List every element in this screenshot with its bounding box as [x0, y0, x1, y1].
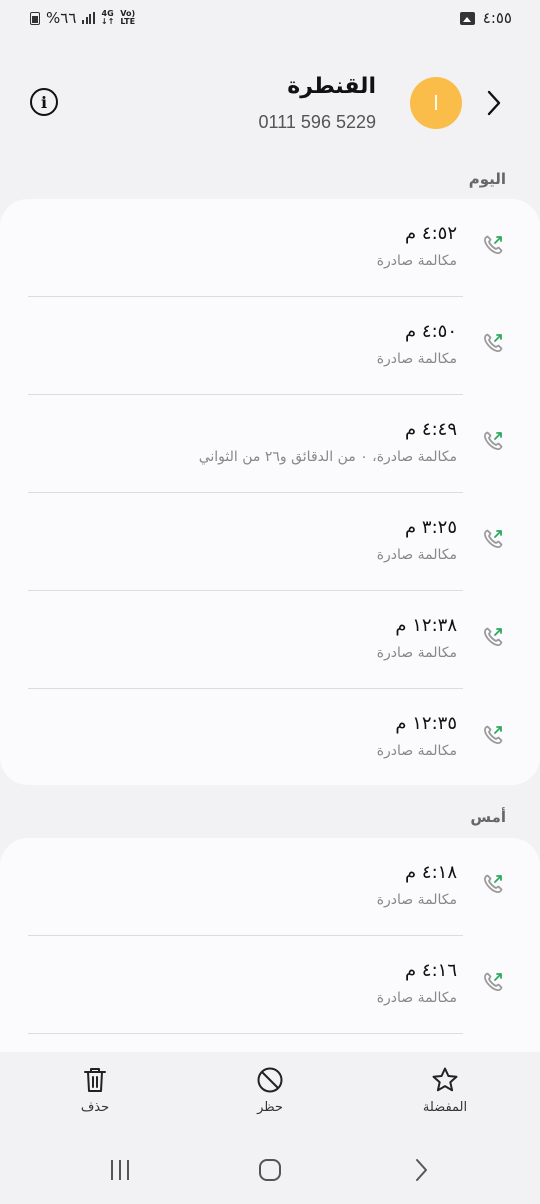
star-icon [432, 1067, 458, 1092]
outgoing-call-icon [484, 725, 503, 744]
home-icon[interactable] [255, 1158, 285, 1182]
recent-apps-icon[interactable] [105, 1158, 135, 1182]
outgoing-call-icon [484, 627, 503, 646]
outgoing-call-icon [484, 529, 503, 548]
avatar[interactable]: ا [410, 77, 462, 129]
call-detail: مكالمة صادرة [376, 990, 457, 1006]
signal-icon [82, 12, 95, 24]
network-indicator: 4G ↓↑ [101, 10, 114, 26]
row-divider [28, 1033, 463, 1034]
outgoing-call-icon [484, 972, 503, 991]
gallery-notification-icon [459, 11, 475, 25]
call-detail: مكالمة صادرة [376, 547, 457, 563]
status-left: %٦٦ 4G ↓↑ Vo) LTE [30, 9, 135, 27]
back-chevron-icon[interactable] [482, 88, 506, 118]
bottom-action-bar: حذف حظر المفضلة [0, 1052, 540, 1134]
call-log-row[interactable]: ١٢:٣٥ م مكالمة صادرة [28, 689, 503, 787]
lte-label: LTE [120, 17, 136, 26]
avatar-initial: ا [433, 91, 439, 115]
battery-icon [30, 11, 40, 25]
system-navigation-bar [0, 1134, 540, 1204]
call-detail: مكالمة صادرة [376, 743, 457, 759]
info-icon[interactable]: i [30, 88, 58, 116]
favorite-button[interactable]: المفضلة [400, 1066, 490, 1115]
contact-name: القنطرة [287, 74, 376, 99]
section-label-yesterday: أمس [470, 808, 506, 826]
outgoing-call-icon [484, 333, 503, 352]
status-right: ٤:٥٥ [459, 9, 512, 27]
volte-indicator: Vo) LTE [120, 10, 135, 26]
call-group-card: ٤:٥٢ م مكالمة صادرة ٤:٥٠ م مكالمة صادرة ٤:٤٩… [0, 199, 540, 785]
delete-label: حذف [80, 1100, 110, 1115]
contact-header: i القنطرة 0111 596 5229 ا [0, 60, 540, 160]
battery-text: %٦٦ [46, 9, 77, 27]
trash-icon [84, 1068, 106, 1092]
call-detail: مكالمة صادرة [376, 892, 457, 908]
block-icon [257, 1067, 283, 1093]
back-icon[interactable] [406, 1158, 436, 1182]
outgoing-call-icon [484, 874, 503, 893]
call-detail: مكالمة صادرة، ٠ من الدقائق و٢٦ من الثوان… [198, 449, 457, 465]
status-clock: ٤:٥٥ [482, 9, 512, 27]
call-time: ١٢:٣٨ م [395, 615, 457, 636]
call-time: ٤:١٦ م [405, 960, 457, 981]
call-detail: مكالمة صادرة [376, 645, 457, 661]
call-detail: مكالمة صادرة [376, 351, 457, 367]
call-log-row[interactable]: ٤:١٦ م مكالمة صادرة [28, 936, 503, 1034]
section-label-today: اليوم [468, 170, 506, 188]
data-arrows-icon: ↓↑ [100, 17, 115, 26]
delete-button[interactable]: حذف [50, 1066, 140, 1115]
call-time: ٤:١٨ م [405, 862, 457, 883]
call-detail: مكالمة صادرة [376, 253, 457, 269]
call-log-row[interactable]: ٤:١٨ م مكالمة صادرة [28, 838, 503, 936]
call-time: ٤:٥٢ م [405, 223, 457, 244]
call-log-row[interactable]: ٤:٥٠ م مكالمة صادرة [28, 297, 503, 395]
outgoing-call-icon [484, 235, 503, 254]
call-log-row[interactable]: ٤:٥٢ م مكالمة صادرة [28, 199, 503, 297]
block-label: حظر [257, 1100, 283, 1115]
outgoing-call-icon [484, 431, 503, 450]
status-bar: %٦٦ 4G ↓↑ Vo) LTE ٤:٥٥ [0, 0, 540, 36]
call-time: ٤:٥٠ م [405, 321, 457, 342]
call-log-row[interactable]: ٤:٤٩ م مكالمة صادرة، ٠ من الدقائق و٢٦ من … [28, 395, 503, 493]
call-log-row[interactable]: ١٢:٣٨ م مكالمة صادرة [28, 591, 503, 689]
contact-phone-number: 0111 596 5229 [258, 112, 376, 132]
call-time: ٤:٤٩ م [405, 419, 457, 440]
block-button[interactable]: حظر [225, 1066, 315, 1115]
call-time: ٣:٢٥ م [405, 517, 457, 538]
favorite-label: المفضلة [422, 1100, 468, 1115]
call-time: ١٢:٣٥ م [395, 713, 457, 734]
call-log-row[interactable]: ٣:٢٥ م مكالمة صادرة [28, 493, 503, 591]
